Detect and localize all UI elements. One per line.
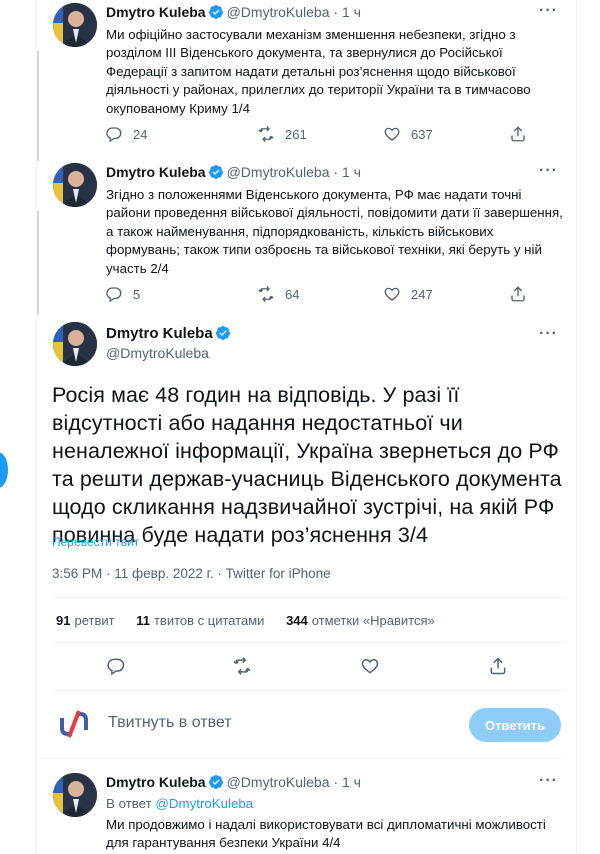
- like-button[interactable]: 637: [383, 125, 433, 143]
- translate-link[interactable]: Перевести твит: [52, 535, 139, 549]
- heart-icon: [361, 658, 379, 674]
- share-button[interactable]: [509, 125, 527, 143]
- like-button[interactable]: 247: [383, 285, 433, 303]
- reply-button[interactable]: [106, 656, 126, 681]
- divider: [52, 597, 567, 598]
- author-handle[interactable]: @DmytroKuleba: [227, 774, 330, 790]
- retweet-button[interactable]: [232, 656, 252, 681]
- reply-button[interactable]: 24: [105, 125, 147, 143]
- share-icon: [490, 657, 506, 675]
- reply-input[interactable]: Твитнуть в ответ: [108, 714, 232, 732]
- main-tweet-text: Росія має 48 годин на відповідь. У разі …: [52, 383, 562, 547]
- quotes-stat[interactable]: 11 твитов с цитатами: [136, 613, 264, 628]
- retweet-count: 261: [285, 126, 307, 142]
- thread-connector: [37, 51, 39, 161]
- avatar[interactable]: [53, 773, 97, 817]
- retweet-icon: [258, 286, 274, 302]
- more-icon[interactable]: ···: [539, 772, 558, 790]
- likes-stat[interactable]: 344 отметки «Нравится»: [286, 613, 435, 628]
- share-icon: [511, 126, 525, 142]
- like-count: 247: [411, 286, 433, 302]
- quotes-count: 11: [136, 613, 150, 628]
- more-icon[interactable]: ···: [539, 162, 558, 180]
- retweet-button[interactable]: 261: [257, 125, 307, 143]
- author-name[interactable]: Dmytro Kuleba: [106, 774, 206, 790]
- timeline-right-border: [576, 0, 577, 854]
- retweets-count: 91: [56, 613, 71, 628]
- divider: [52, 690, 567, 691]
- more-icon[interactable]: ···: [539, 2, 558, 20]
- avatar[interactable]: [53, 322, 97, 366]
- tweet-4[interactable]: Dmytro Kuleba @DmytroKuleba · 1 ч ··· В о…: [37, 768, 576, 854]
- verified-badge-icon: [215, 325, 231, 345]
- avatar[interactable]: [53, 3, 97, 47]
- tweet-time[interactable]: 1 ч: [342, 4, 361, 20]
- author-handle[interactable]: @DmytroKuleba: [227, 164, 330, 180]
- quotes-label: твитов с цитатами: [153, 613, 265, 628]
- tweet-text: Згідно з положеннями Віденського докумен…: [106, 187, 563, 276]
- tweet-1[interactable]: Dmytro Kuleba @DmytroKuleba · 1 ч ··· Ми …: [37, 0, 576, 160]
- retweet-count: 64: [285, 286, 300, 302]
- like-button[interactable]: [360, 656, 380, 681]
- reply-button[interactable]: 5: [105, 285, 140, 303]
- author-handle[interactable]: @DmytroKuleba: [227, 4, 330, 20]
- author-name[interactable]: Dmytro Kuleba: [106, 164, 206, 180]
- retweet-icon: [233, 657, 251, 675]
- verified-badge-icon: [208, 164, 224, 183]
- tweet-time[interactable]: 1 ч: [342, 164, 361, 180]
- heart-icon: [384, 127, 400, 141]
- tweet-2[interactable]: Dmytro Kuleba @DmytroKuleba · 1 ч ··· Згі…: [37, 160, 576, 315]
- tweet-text: Ми офіційно застосували механізм зменшен…: [106, 27, 531, 116]
- reply-submit-button[interactable]: Ответить: [469, 708, 561, 742]
- share-icon: [511, 286, 525, 302]
- engagement-stats: 91 ретвит 11 твитов с цитатами 344 отметки …: [56, 613, 453, 628]
- heart-icon: [384, 287, 400, 301]
- reply-count: 24: [133, 126, 148, 142]
- verified-badge-icon: [208, 4, 224, 23]
- divider: [52, 642, 567, 643]
- author-handle[interactable]: @DmytroKuleba: [106, 345, 209, 361]
- compose-fab-edge[interactable]: [0, 452, 8, 488]
- retweet-button[interactable]: 64: [257, 285, 299, 303]
- avatar[interactable]: [53, 163, 97, 207]
- share-button[interactable]: [488, 656, 508, 681]
- reply-composer: Твитнуть в ответ Ответить: [52, 700, 567, 750]
- retweets-label: ретвит: [74, 613, 115, 628]
- tweet-time[interactable]: 1 ч: [342, 774, 361, 790]
- like-count: 637: [411, 126, 433, 142]
- tweet-timestamp[interactable]: 3:56 PM · 11 февр. 2022 г. · Twitter for…: [52, 566, 331, 581]
- reply-prefix: В ответ: [106, 796, 152, 811]
- reply-count: 5: [133, 286, 141, 302]
- verified-badge-icon: [208, 774, 224, 793]
- likes-label: отметки «Нравится»: [311, 613, 435, 628]
- reply-to-mention[interactable]: @DmytroKuleba: [155, 796, 253, 811]
- more-icon[interactable]: ···: [539, 325, 558, 343]
- reply-icon: [107, 658, 125, 676]
- user-avatar-logo[interactable]: [54, 704, 94, 744]
- share-button[interactable]: [509, 285, 527, 303]
- author-name[interactable]: Dmytro Kuleba: [106, 325, 213, 342]
- author-name[interactable]: Dmytro Kuleba: [106, 4, 206, 20]
- retweet-icon: [258, 126, 274, 142]
- reply-icon: [106, 287, 122, 303]
- divider: [37, 758, 561, 759]
- reply-icon: [106, 127, 122, 143]
- tweet-text: Ми продовжимо і надалі використовувати в…: [106, 817, 546, 851]
- retweets-stat[interactable]: 91 ретвит: [56, 613, 115, 628]
- likes-count: 344: [286, 613, 308, 628]
